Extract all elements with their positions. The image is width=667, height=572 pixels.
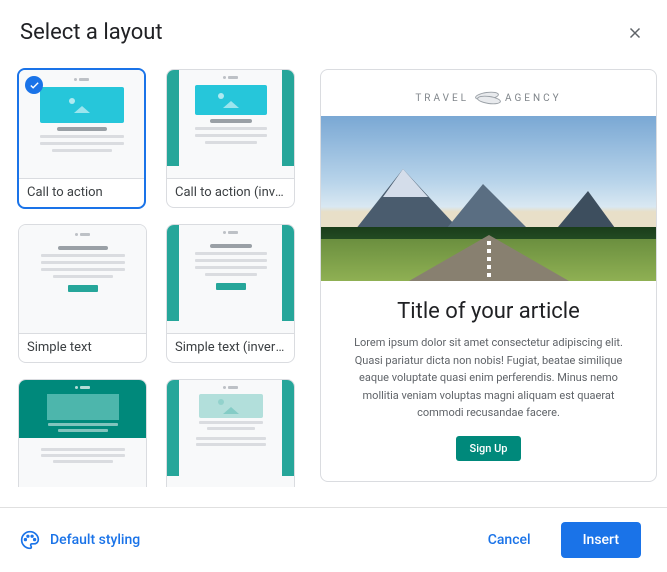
dialog-body: Call to action Call to action (inverted) xyxy=(0,57,667,507)
dialog-header: Select a layout xyxy=(0,0,667,57)
layout-grid: Call to action Call to action (inverted) xyxy=(18,69,298,487)
brand-text-left: TRAVEL xyxy=(415,93,469,104)
hero-image xyxy=(321,116,656,281)
layout-card-label: Call to action (inverted) xyxy=(167,178,294,207)
article-body: Lorem ipsum dolor sit amet consectetur a… xyxy=(321,334,656,436)
dialog-actions: Cancel Insert xyxy=(466,522,641,558)
insert-button[interactable]: Insert xyxy=(561,522,641,558)
layout-preview: TRAVEL AGENCY Title of your article Lore… xyxy=(320,69,657,482)
close-icon xyxy=(626,24,644,42)
layout-thumbnail xyxy=(167,225,294,333)
article-title: Title of your article xyxy=(321,299,656,324)
signup-button[interactable]: Sign Up xyxy=(456,436,522,461)
layout-card-simple-text[interactable]: Simple text xyxy=(18,224,147,363)
brand-header: TRAVEL AGENCY xyxy=(321,92,656,104)
close-button[interactable] xyxy=(623,21,647,45)
layout-card-label: Call to action xyxy=(19,178,144,207)
layout-thumbnail xyxy=(19,225,146,333)
layout-dialog: Select a layout Call to action xyxy=(0,0,667,572)
layout-card-announcement[interactable]: Announcement xyxy=(18,379,147,487)
layout-card-call-to-action-inverted[interactable]: Call to action (inverted) xyxy=(166,69,295,208)
palette-icon xyxy=(20,530,40,550)
dialog-footer: Default styling Cancel Insert xyxy=(0,507,667,572)
layout-thumbnail xyxy=(19,380,146,487)
layout-thumbnail xyxy=(167,380,294,487)
layout-card-announcement-inverted[interactable]: Announcement (inverted) xyxy=(166,379,295,487)
layout-thumbnail xyxy=(167,70,294,178)
styling-label: Default styling xyxy=(50,532,140,548)
layout-card-label: Simple text xyxy=(19,333,146,362)
layout-card-label: Simple text (inverted) xyxy=(167,333,294,362)
preview-panel: TRAVEL AGENCY Title of your article Lore… xyxy=(300,57,667,507)
dialog-title: Select a layout xyxy=(20,20,163,45)
brand-logo-icon xyxy=(475,92,499,104)
cancel-button[interactable]: Cancel xyxy=(466,522,553,558)
selected-check-icon xyxy=(25,76,43,94)
brand-text-right: AGENCY xyxy=(505,93,562,104)
layout-card-simple-text-inverted[interactable]: Simple text (inverted) xyxy=(166,224,295,363)
layout-grid-panel[interactable]: Call to action Call to action (inverted) xyxy=(0,57,300,487)
default-styling-button[interactable]: Default styling xyxy=(20,530,140,550)
layout-card-call-to-action[interactable]: Call to action xyxy=(17,68,146,209)
